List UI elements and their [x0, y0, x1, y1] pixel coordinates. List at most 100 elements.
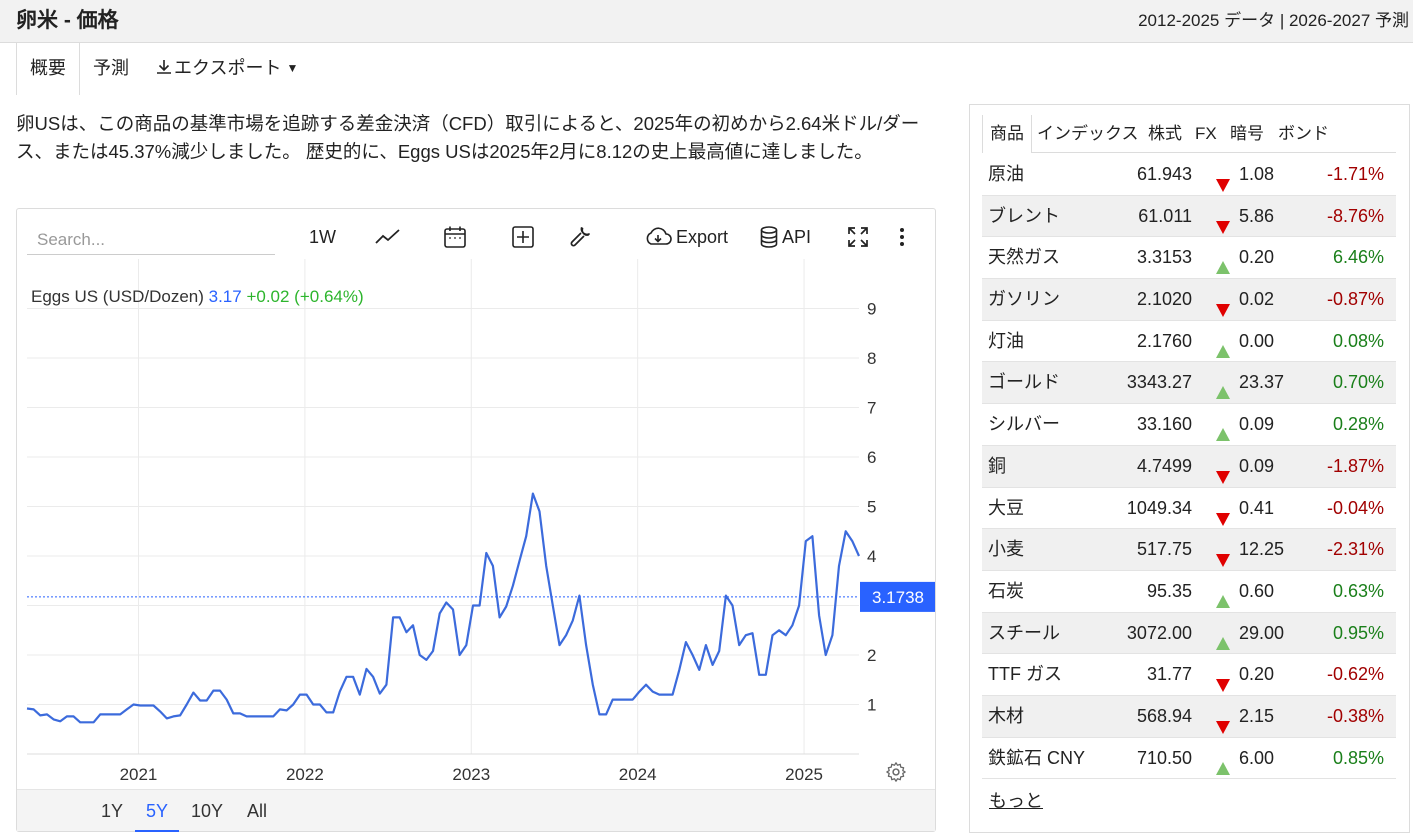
- x-tick-label: 2023: [452, 765, 490, 784]
- range-10y[interactable]: 10Y: [187, 790, 227, 832]
- chart-legend: Eggs US (USD/Dozen) 3.17 +0.02 (+0.64%): [31, 287, 364, 306]
- commodity-change: 6.00: [1239, 747, 1275, 768]
- commodity-name[interactable]: 鉄鉱石 CNY: [988, 738, 1085, 779]
- commodity-row[interactable]: ガソリン 2.1020 0.02 -0.87%: [982, 279, 1396, 321]
- range-5y[interactable]: 5Y: [135, 790, 179, 832]
- tab-forecast[interactable]: 予測: [93, 43, 129, 95]
- y-tick-label: 9: [867, 300, 876, 319]
- price-chart[interactable]: 123456789202120222023202420253.1738Eggs …: [17, 209, 935, 789]
- commodity-change: 0.02: [1239, 289, 1275, 310]
- commodity-percent: -8.76%: [1326, 205, 1384, 226]
- data-range-label: 2012-2025 データ | 2026-2027 予測: [1138, 11, 1409, 30]
- commodity-percent: -0.87%: [1326, 289, 1384, 310]
- commodity-price: 61.943: [1136, 164, 1192, 184]
- commodity-row[interactable]: 大豆 1049.34 0.41 -0.04%: [982, 488, 1396, 530]
- commodity-name[interactable]: 大豆: [988, 488, 1024, 529]
- commodity-name[interactable]: TTF ガス: [988, 654, 1062, 695]
- commodity-price: 568.94: [1136, 705, 1192, 726]
- up-triangle-icon: [1215, 751, 1231, 792]
- commodity-name[interactable]: ブレント: [988, 196, 1060, 237]
- range-1y[interactable]: 1Y: [97, 790, 127, 832]
- commodity-row[interactable]: 石炭 95.35 0.60 0.63%: [982, 571, 1396, 613]
- commodity-price: 31.77: [1146, 664, 1192, 685]
- range-all[interactable]: All: [241, 790, 273, 832]
- commodity-percent: -1.71%: [1326, 164, 1384, 184]
- commodity-name[interactable]: 灯油: [988, 321, 1024, 362]
- commodity-price: 517.75: [1136, 539, 1192, 560]
- y-tick-label: 5: [867, 498, 876, 517]
- sidebar-tab-commodities[interactable]: 商品: [982, 115, 1032, 153]
- commodity-row[interactable]: 灯油 2.1760 0.00 0.08%: [982, 321, 1396, 363]
- commodity-row[interactable]: シルバー 33.160 0.09 0.28%: [982, 404, 1396, 446]
- download-icon: [157, 60, 171, 74]
- commodity-percent: -0.04%: [1326, 497, 1384, 518]
- sidebar-tab-bonds[interactable]: ボンド: [1278, 115, 1329, 153]
- commodity-name[interactable]: 石炭: [988, 571, 1024, 612]
- commodity-name[interactable]: スチール: [988, 613, 1060, 654]
- commodity-row[interactable]: 銅 4.7499 0.09 -1.87%: [982, 445, 1396, 488]
- commodity-percent: 0.63%: [1332, 580, 1384, 601]
- x-tick-label: 2022: [286, 765, 324, 784]
- commodity-price: 3072.00: [1126, 622, 1192, 643]
- x-tick-label: 2025: [785, 765, 823, 784]
- gear-icon[interactable]: [885, 761, 907, 783]
- description: 卵USは、この商品の基準市場を追跡する差金決済（CFD）取引によると、2025年…: [16, 113, 920, 162]
- commodity-price: 33.160: [1136, 414, 1192, 435]
- commodity-name[interactable]: ゴールド: [988, 362, 1060, 403]
- y-tick-label: 4: [867, 547, 876, 566]
- sidebar-tab-indexes[interactable]: インデックス: [1037, 115, 1139, 153]
- commodity-row[interactable]: 木材 568.94 2.15 -0.38%: [982, 695, 1396, 738]
- commodity-change: 0.60: [1239, 580, 1275, 601]
- commodity-row[interactable]: 原油 61.943 1.08 -1.71%: [982, 154, 1396, 196]
- sidebar-tab-fx[interactable]: FX: [1195, 115, 1217, 153]
- more-link[interactable]: もっと: [989, 787, 1043, 813]
- commodity-name[interactable]: シルバー: [988, 404, 1060, 445]
- commodity-change: 0.41: [1239, 497, 1275, 518]
- commodity-name[interactable]: 木材: [988, 696, 1024, 737]
- tab-overview[interactable]: 概要: [16, 43, 80, 95]
- commodity-percent: -0.38%: [1326, 705, 1384, 726]
- commodity-row[interactable]: スチール 3072.00 29.00 0.95%: [982, 612, 1396, 655]
- commodity-row[interactable]: 天然ガス 3.3153 0.20 6.46%: [982, 237, 1396, 280]
- commodity-percent: -2.31%: [1326, 539, 1384, 560]
- commodity-price: 95.35: [1146, 580, 1192, 601]
- commodity-price: 4.7499: [1136, 455, 1192, 476]
- commodity-percent: 0.85%: [1332, 747, 1384, 768]
- tab-export-label: エクスポート: [174, 58, 282, 78]
- commodity-price: 710.50: [1136, 747, 1192, 768]
- commodity-name[interactable]: 原油: [988, 154, 1024, 195]
- commodity-price: 61.011: [1138, 205, 1192, 226]
- commodity-change: 2.15: [1239, 705, 1275, 726]
- y-tick-label: 2: [867, 646, 876, 665]
- commodity-row[interactable]: ブレント 61.011 5.86 -8.76%: [982, 195, 1396, 238]
- commodity-name[interactable]: 小麦: [988, 529, 1024, 570]
- current-price-label: 3.1738: [872, 588, 924, 607]
- top-bar: 卵米 - 価格 2012-2025 データ | 2026-2027 予測: [0, 0, 1413, 43]
- commodity-percent: 6.46%: [1332, 247, 1384, 268]
- sidebar-tabs: 商品 インデックス 株式 FX 暗号 ボンド: [982, 115, 1396, 153]
- commodity-row[interactable]: 鉄鉱石 CNY 710.50 6.00 0.85%: [982, 738, 1396, 780]
- commodity-change: 1.08: [1239, 164, 1275, 184]
- commodity-price: 3.3153: [1136, 247, 1192, 268]
- commodity-price: 2.1760: [1136, 330, 1192, 351]
- commodity-row[interactable]: TTF ガス 31.77 0.20 -0.62%: [982, 654, 1396, 696]
- commodity-change: 23.37: [1239, 372, 1285, 393]
- commodity-name[interactable]: ガソリン: [988, 279, 1060, 320]
- commodity-row[interactable]: 小麦 517.75 12.25 -2.31%: [982, 529, 1396, 571]
- y-tick-label: 1: [867, 696, 876, 715]
- tab-bar: 概要 予測 エクスポート ▼: [16, 43, 1413, 95]
- x-tick-label: 2021: [120, 765, 158, 784]
- commodity-row[interactable]: ゴールド 3343.27 23.37 0.70%: [982, 362, 1396, 405]
- commodity-name[interactable]: 銅: [988, 446, 1006, 487]
- commodity-table: 原油 61.943 1.08 -1.71% ブレント 61.011 5.86 -8.76% 天然…: [982, 154, 1396, 780]
- commodity-percent: 0.08%: [1332, 330, 1384, 351]
- commodity-percent: 0.28%: [1332, 414, 1384, 435]
- commodity-name[interactable]: 天然ガス: [988, 237, 1060, 278]
- series-line: [26, 492, 861, 724]
- commodity-percent: -1.87%: [1326, 455, 1384, 476]
- sidebar-tab-stocks[interactable]: 株式: [1148, 115, 1182, 153]
- sidebar-tab-crypto[interactable]: 暗号: [1230, 115, 1264, 153]
- commodity-change: 5.86: [1239, 205, 1275, 226]
- tab-export[interactable]: エクスポート ▼: [154, 43, 298, 95]
- range-selector: 1Y 5Y 10Y All: [17, 789, 935, 832]
